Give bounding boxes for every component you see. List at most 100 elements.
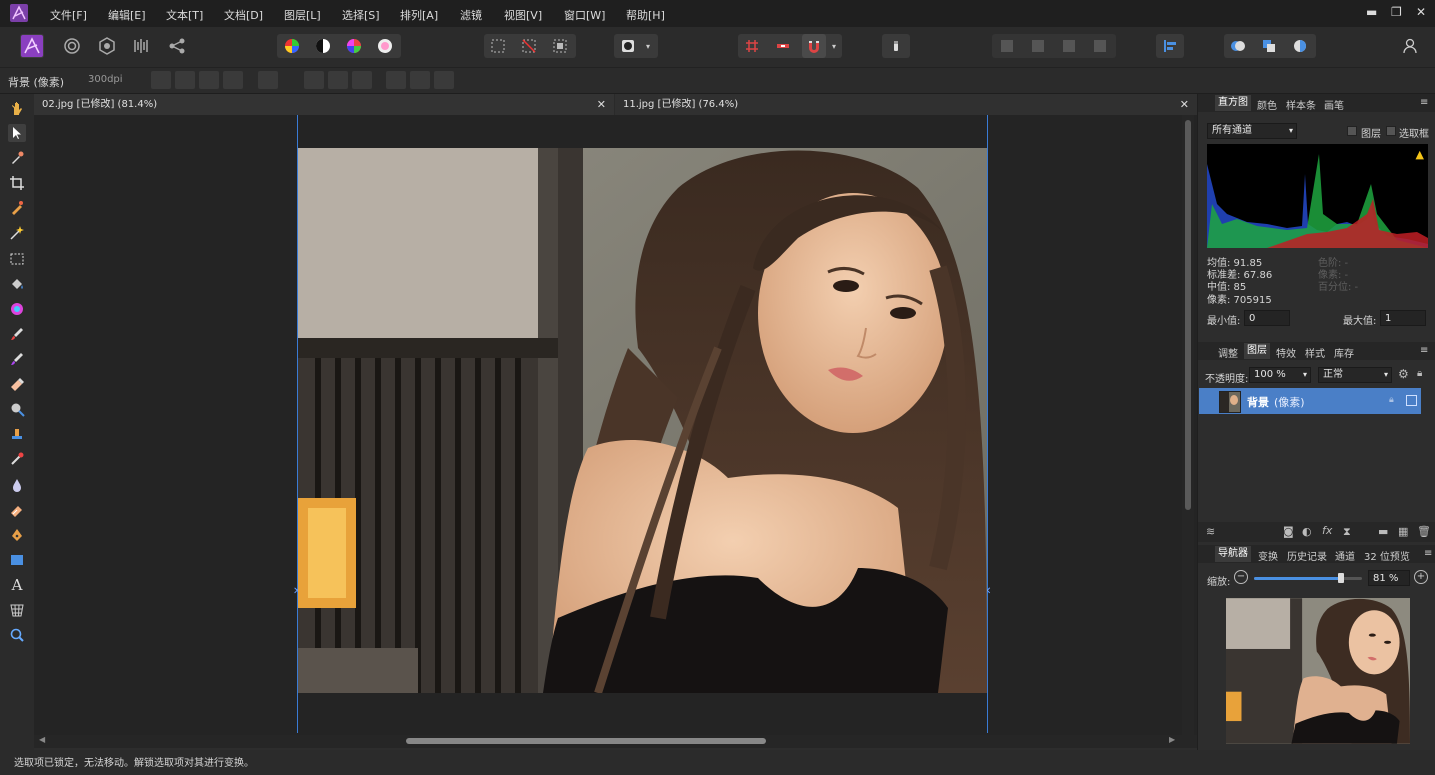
folder-icon[interactable]: ▬ [1378,525,1388,538]
max-value-field[interactable]: 1 [1380,310,1426,326]
menu-layer[interactable]: 图层[L] [284,7,321,23]
arrange-forward-icon[interactable] [1257,34,1281,58]
arrange-front-icon[interactable] [1288,34,1312,58]
menu-select[interactable]: 选择[S] [342,7,380,23]
quick-mask-icon[interactable] [616,34,640,58]
tab-histogram[interactable]: 直方图 [1215,95,1251,111]
trash-icon[interactable]: 🗑︎ [1417,525,1431,538]
inpainting-brush-tool-icon[interactable] [8,501,26,519]
rectangle-tool-icon[interactable] [8,551,26,569]
tab-history[interactable]: 历史记录 [1287,548,1327,563]
color-replacement-brush-icon[interactable] [8,350,26,368]
scroll-right-icon[interactable]: ▶ [1169,735,1175,744]
tab-layers[interactable]: 图层 [1244,343,1270,359]
invert-selection-icon[interactable] [548,34,572,58]
tab-adjustment[interactable]: 调整 [1218,345,1238,360]
restore-button[interactable]: ❐ [1391,5,1402,19]
minimize-button[interactable]: ▬ [1366,5,1377,19]
zoom-slider-handle[interactable] [1338,573,1344,583]
lock-icon[interactable]: 🔒︎ [1417,368,1422,379]
tab-channels[interactable]: 通道 [1335,548,1355,563]
snapping-magnet-icon[interactable] [802,34,826,58]
tab-32bit-preview[interactable]: 32 位预览 [1364,548,1410,563]
document-photo[interactable] [298,148,987,693]
pen-tool-icon[interactable] [8,526,26,544]
scroll-left-icon[interactable]: ◀ [39,735,45,744]
tab-effects[interactable]: 特效 [1276,345,1296,360]
align-center-icon[interactable] [328,71,348,89]
paint-brush-tool-icon[interactable] [8,325,26,343]
assistant-icon[interactable] [884,34,908,58]
tab-navigator[interactable]: 导航器 [1215,546,1251,562]
opacity-select[interactable]: 100 % ▾ [1249,367,1311,383]
menu-arrange[interactable]: 排列[A] [400,7,438,23]
align-middle-icon[interactable] [410,71,430,89]
menu-window[interactable]: 窗口[W] [564,7,605,23]
zoom-in-icon[interactable]: + [1414,570,1428,584]
fx-icon[interactable]: fx [1322,524,1332,537]
blend-mode-select[interactable]: 正常 ▾ [1318,367,1392,383]
clone-brush-tool-icon[interactable] [8,425,26,443]
gear-icon[interactable]: ⚙ [1398,367,1409,381]
layers-stack-icon[interactable]: ≋ [1206,525,1215,538]
flood-fill-tool-icon[interactable] [8,275,26,293]
select-all-icon[interactable] [486,34,510,58]
layer-checkbox[interactable] [1347,126,1357,136]
smudge-brush-tool-icon[interactable] [8,476,26,494]
layer-lock-icon[interactable]: 🔒︎ [1389,395,1394,405]
navigator-preview[interactable] [1226,598,1410,744]
mesh-warp-tool-icon[interactable] [8,601,26,619]
zoom-out-icon[interactable]: − [1234,570,1248,584]
selection-checkbox[interactable] [1386,126,1396,136]
tab-brushes[interactable]: 画笔 [1324,97,1344,112]
transform-origin-icon[interactable] [151,71,171,89]
tab-stock[interactable]: 库存 [1334,345,1354,360]
deselect-icon[interactable] [517,34,541,58]
close-button[interactable]: ✕ [1416,5,1426,19]
show-rotation-icon[interactable] [175,71,195,89]
panel-menu-icon[interactable]: ≡ [1424,548,1432,559]
marquee-tool-icon[interactable] [8,250,26,268]
document-tab-11[interactable]: 11.jpg [已修改] (76.4%) ✕ [615,94,1197,115]
align-top-icon[interactable] [386,71,406,89]
zoom-value-field[interactable]: 81 % [1368,570,1410,586]
recolor-icon[interactable] [373,34,397,58]
snapping-dropdown-icon[interactable]: ▾ [826,34,842,58]
liquify-persona-icon[interactable] [60,34,84,58]
levels-icon[interactable] [280,34,304,58]
align-bottom-icon[interactable] [434,71,454,89]
color-picker-tool-icon[interactable] [8,149,26,167]
white-balance-icon[interactable] [311,34,335,58]
user-account-icon[interactable] [1398,34,1422,58]
panel-menu-icon[interactable]: ≡ [1420,97,1428,108]
affinity-photo-logo-icon[interactable] [10,4,28,22]
menu-view[interactable]: 视图[V] [504,7,542,23]
tab-styles[interactable]: 样式 [1305,345,1325,360]
menu-edit[interactable]: 编辑[E] [108,7,146,23]
crop-tool-icon[interactable] [8,174,26,192]
mask-layer-icon[interactable]: ◙ [1283,525,1294,538]
align-icon[interactable] [1158,34,1182,58]
snapping-bar-icon[interactable] [771,34,795,58]
tab-color[interactable]: 颜色 [1257,97,1277,112]
menu-text[interactable]: 文本[T] [166,7,203,23]
selection-brush-tool-icon[interactable] [8,199,26,217]
menu-help[interactable]: 帮助[H] [626,7,665,23]
blemish-removal-tool-icon[interactable] [8,450,26,468]
panel-menu-icon[interactable]: ≡ [1420,345,1428,356]
close-tab-icon[interactable]: ✕ [597,94,606,115]
vertical-scroll-thumb[interactable] [1185,120,1191,510]
hsl-icon[interactable] [342,34,366,58]
zoom-tool-icon[interactable] [8,626,26,644]
view-hand-tool-icon[interactable] [8,100,26,118]
erase-brush-tool-icon[interactable] [8,375,26,393]
menu-filters[interactable]: 滤镜 [460,7,482,23]
layer-visibility-checkbox[interactable] [1406,395,1417,406]
document-tab-02[interactable]: 02.jpg [已修改] (81.4%) ✕ [34,94,614,115]
channel-select[interactable]: 所有通道 ▾ [1207,123,1297,139]
flood-select-tool-icon[interactable] [8,224,26,242]
menu-file[interactable]: 文件[F] [50,7,87,23]
develop-persona-icon[interactable] [95,34,119,58]
quick-mask-dropdown-icon[interactable]: ▾ [640,34,656,58]
selection-bounds-icon[interactable] [258,71,278,89]
